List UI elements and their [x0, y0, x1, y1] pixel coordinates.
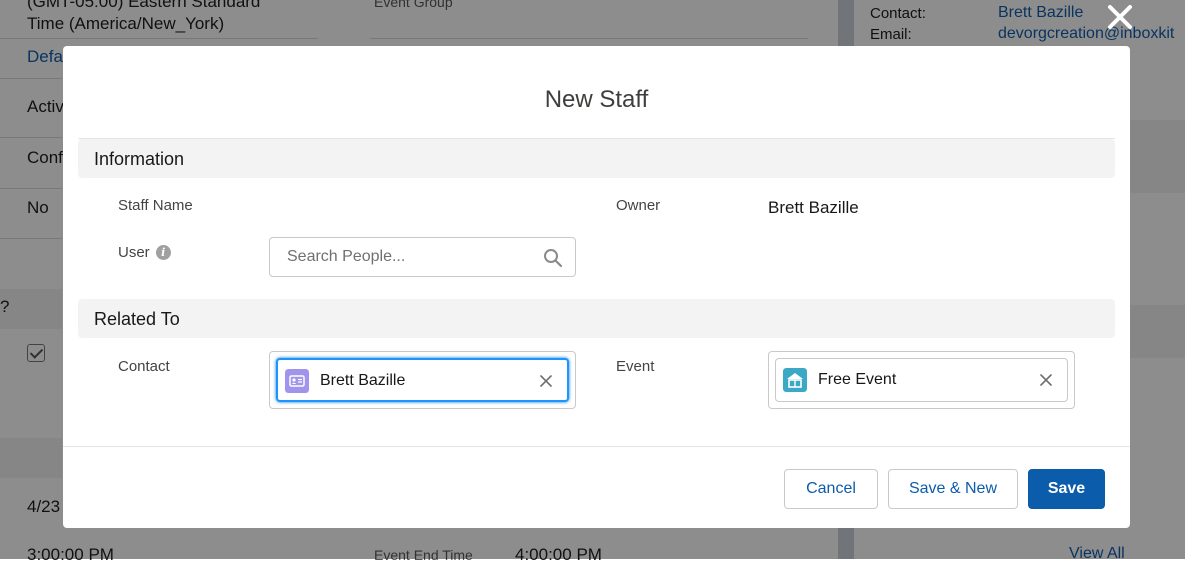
- owner-label: Owner: [616, 197, 661, 214]
- remove-icon[interactable]: [1039, 373, 1053, 387]
- event-lookup: Free Event: [768, 351, 1075, 409]
- search-icon: [544, 249, 563, 268]
- contact-pill[interactable]: Brett Bazille: [276, 358, 569, 402]
- modal-footer: Cancel Save & New Save: [63, 446, 1130, 528]
- contact-label: Contact: [118, 358, 170, 375]
- staff-name-label: Staff Name: [118, 197, 193, 214]
- event-pill-label: Free Event: [818, 371, 897, 388]
- close-icon[interactable]: [1105, 2, 1135, 32]
- user-label: User: [118, 244, 150, 261]
- info-icon[interactable]: i: [155, 245, 171, 260]
- user-label-row: User i: [118, 244, 171, 261]
- modal-title: New Staff: [544, 86, 649, 113]
- user-search-input[interactable]: [285, 247, 539, 267]
- user-search-input-wrapper[interactable]: [269, 237, 576, 277]
- contact-lookup: Brett Bazille: [269, 351, 576, 409]
- save-and-new-button[interactable]: Save & New: [888, 469, 1018, 509]
- owner-value: Brett Bazille: [768, 198, 859, 217]
- event-label: Event: [616, 358, 655, 375]
- contact-icon: [285, 369, 309, 393]
- section-related-to: Related To: [78, 299, 1115, 338]
- save-button[interactable]: Save: [1028, 469, 1105, 509]
- cancel-button[interactable]: Cancel: [784, 469, 878, 509]
- section-information: Information: [78, 139, 1115, 178]
- contact-pill-label: Brett Bazille: [320, 372, 406, 389]
- modal-header: New Staff: [78, 46, 1115, 139]
- event-pill[interactable]: Free Event: [775, 358, 1068, 402]
- new-staff-modal: New Staff Information Staff Name Owner B…: [63, 46, 1130, 528]
- remove-icon[interactable]: [539, 374, 553, 388]
- event-icon: [783, 368, 807, 392]
